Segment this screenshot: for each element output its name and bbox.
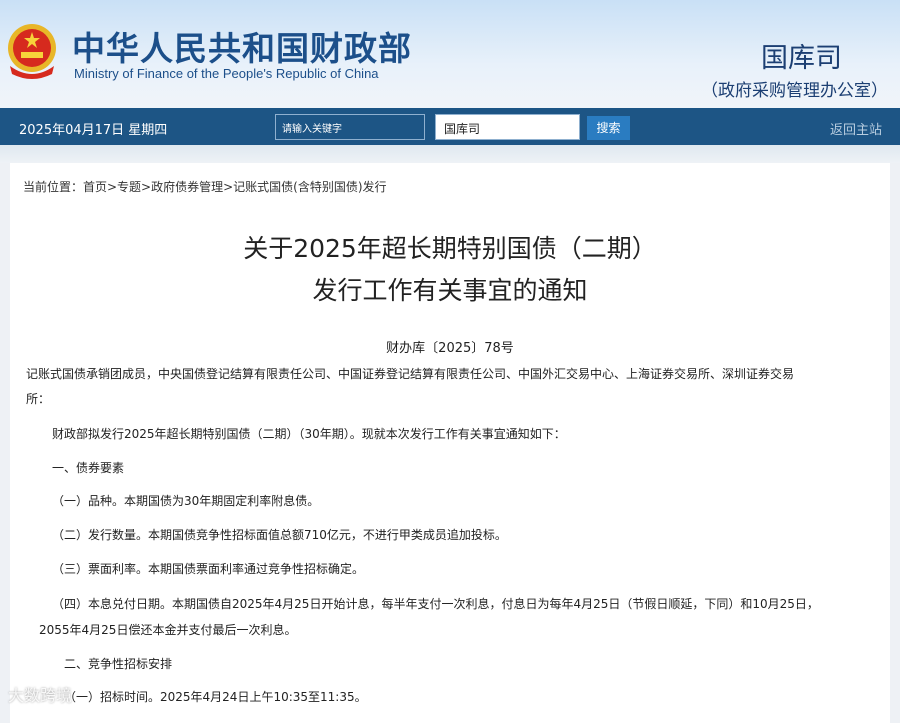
- search-input[interactable]: 请输入关键字: [275, 114, 425, 140]
- paragraph: 2055年4月25日偿还本金并支付最后一次利息。: [39, 623, 297, 637]
- paragraph: 所：: [26, 392, 51, 406]
- article-title-line1: 关于2025年超长期特别国债（二期）: [243, 234, 657, 263]
- paragraph: （一）招标时间。2025年4月24日上午10:35至11:35。: [64, 690, 367, 704]
- header-band: [0, 145, 900, 163]
- section-heading: 二、竞争性招标安排: [64, 657, 173, 671]
- paragraph: （一）品种。本期国债为30年期固定利率附息债。: [52, 494, 320, 508]
- current-date: 2025年04月17日 星期四: [19, 123, 168, 138]
- return-home-link[interactable]: 返回主站: [830, 119, 882, 138]
- paragraph: 财政部拟发行2025年超长期特别国债（二期）（30年期）。现就本次发行工作有关事…: [52, 427, 566, 441]
- site-title-cn: 中华人民共和国财政部: [72, 29, 412, 68]
- paragraph: 记账式国债承销团成员，中央国债登记结算有限责任公司、中国证券登记结算有限责任公司…: [26, 367, 795, 381]
- search-button[interactable]: 搜索: [587, 116, 630, 140]
- national-emblem-icon: [8, 24, 56, 79]
- article-title-line2: 发行工作有关事宜的通知: [312, 276, 588, 305]
- search-scope-field[interactable]: 国库司: [435, 114, 580, 140]
- department-name: 国库司: [761, 43, 842, 74]
- section-heading: 一、债券要素: [52, 461, 125, 475]
- paragraph: （四）本息兑付日期。本期国债自2025年4月25日开始计息，每半年支付一次利息，…: [52, 597, 819, 611]
- site-title-en: Ministry of Finance of the People's Repu…: [74, 66, 379, 81]
- watermark: 大数跨境: [8, 686, 73, 705]
- document-number: 财办库〔2025〕78号: [386, 341, 514, 356]
- paragraph: （二）发行数量。本期国债竞争性招标面值总额710亿元，不进行甲类成员追加投标。: [52, 528, 507, 542]
- breadcrumb[interactable]: 当前位置：首页>专题>政府债券管理>记账式国债(含特别国债)发行: [23, 178, 387, 195]
- paragraph: （三）票面利率。本期国债票面利率通过竞争性招标确定。: [52, 562, 365, 576]
- nav-bar: 2025年04月17日 星期四 请输入关键字 国库司 搜索 返回主站: [0, 108, 900, 145]
- article-container: 当前位置：首页>专题>政府债券管理>记账式国债(含特别国债)发行 关于2025年…: [10, 163, 890, 723]
- site-header: 中华人民共和国财政部 Ministry of Finance of the Pe…: [0, 0, 900, 108]
- department-subtitle: （政府采购管理办公室）: [701, 81, 888, 101]
